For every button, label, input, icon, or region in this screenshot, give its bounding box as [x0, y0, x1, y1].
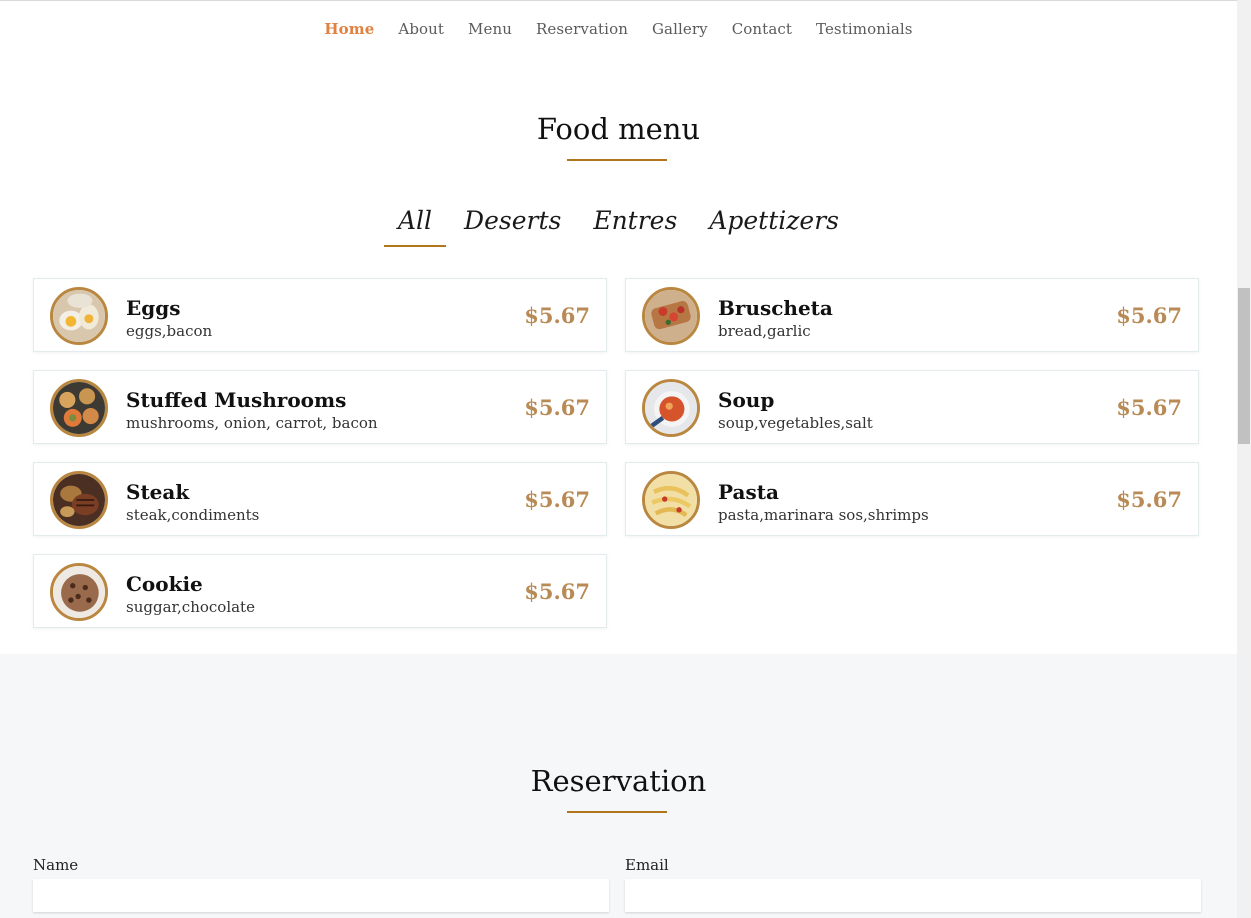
food-menu-title: Food menu	[536, 112, 701, 146]
stuffed-mushrooms-image	[50, 379, 108, 437]
menu-item-bruscheta[interactable]: Bruscheta bread,garlic $5.67	[625, 278, 1199, 352]
cookie-image	[50, 563, 108, 621]
item-price: $5.67	[1116, 395, 1182, 420]
item-description: suggar,chocolate	[126, 598, 255, 616]
item-name: Stuffed Mushrooms	[126, 388, 347, 412]
nav-home[interactable]: Home	[324, 20, 374, 38]
steak-image	[50, 471, 108, 529]
item-name: Pasta	[718, 480, 779, 504]
item-name: Cookie	[126, 572, 203, 596]
nav-about[interactable]: About	[398, 20, 444, 38]
item-name: Eggs	[126, 296, 181, 320]
nav-gallery[interactable]: Gallery	[652, 20, 708, 38]
pasta-image	[642, 471, 700, 529]
item-price: $5.67	[1116, 487, 1182, 512]
item-price: $5.67	[524, 395, 590, 420]
page-scrollbar[interactable]	[1237, 0, 1251, 918]
item-name: Steak	[126, 480, 190, 504]
item-description: eggs,bacon	[126, 322, 213, 340]
nav-reservation[interactable]: Reservation	[536, 20, 628, 38]
menu-item-steak[interactable]: Steak steak,condiments $5.67	[33, 462, 607, 536]
item-description: mushrooms, onion, carrot, bacon	[126, 414, 378, 432]
tab-apettizers[interactable]: Apettizers	[695, 206, 853, 243]
food-menu-title-underline	[567, 159, 667, 161]
reservation-title: Reservation	[530, 764, 707, 798]
scrollbar-thumb[interactable]	[1238, 288, 1250, 444]
menu-item-eggs[interactable]: Eggs eggs,bacon $5.67	[33, 278, 607, 352]
email-field[interactable]	[625, 879, 1201, 912]
item-name: Bruscheta	[718, 296, 833, 320]
tab-entres[interactable]: Entres	[579, 206, 691, 243]
item-price: $5.67	[524, 487, 590, 512]
item-description: bread,garlic	[718, 322, 811, 340]
item-price: $5.67	[524, 303, 590, 328]
item-description: soup,vegetables,salt	[718, 414, 873, 432]
nav-testimonials[interactable]: Testimonials	[816, 20, 913, 38]
reservation-title-underline	[567, 811, 667, 813]
menu-item-soup[interactable]: Soup soup,vegetables,salt $5.67	[625, 370, 1199, 444]
nav-menu[interactable]: Menu	[468, 20, 512, 38]
tab-all[interactable]: All	[383, 206, 447, 247]
menu-item-cookie[interactable]: Cookie suggar,chocolate $5.67	[33, 554, 607, 628]
item-price: $5.67	[524, 579, 590, 604]
eggs-image	[50, 287, 108, 345]
name-field[interactable]	[33, 879, 609, 912]
item-price: $5.67	[1116, 303, 1182, 328]
menu-item-pasta[interactable]: Pasta pasta,marinara sos,shrimps $5.67	[625, 462, 1199, 536]
nav-contact[interactable]: Contact	[732, 20, 792, 38]
item-description: steak,condiments	[126, 506, 260, 524]
name-label: Name	[33, 856, 79, 874]
soup-image	[642, 379, 700, 437]
bruscheta-image	[642, 287, 700, 345]
menu-item-stuffed-mushrooms[interactable]: Stuffed Mushrooms mushrooms, onion, carr…	[33, 370, 607, 444]
item-name: Soup	[718, 388, 775, 412]
tab-deserts[interactable]: Deserts	[450, 206, 575, 243]
item-description: pasta,marinara sos,shrimps	[718, 506, 929, 524]
menu-category-tabs: All Deserts Entres Apettizers	[0, 206, 1237, 247]
main-nav: Home About Menu Reservation Gallery Cont…	[0, 0, 1237, 58]
email-label: Email	[625, 856, 669, 874]
